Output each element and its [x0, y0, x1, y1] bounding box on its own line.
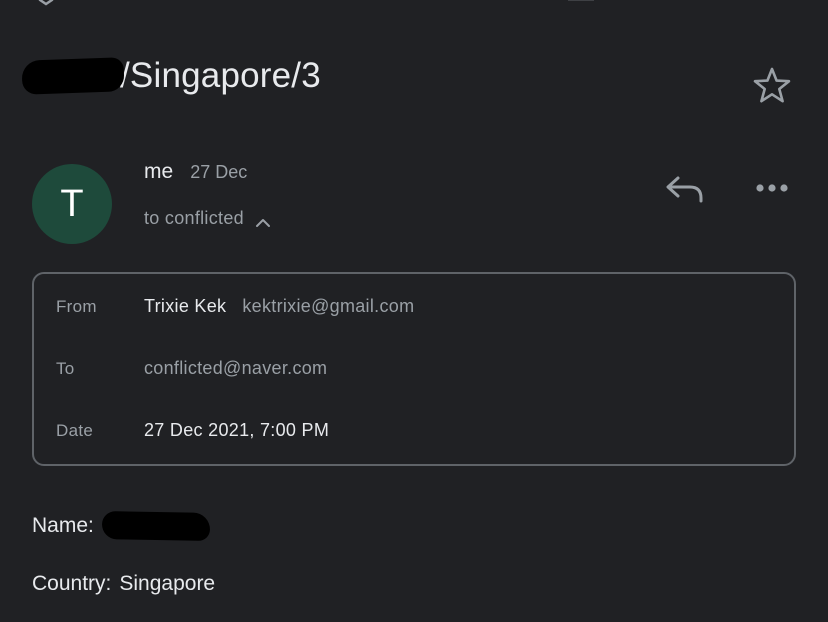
to-label: To	[56, 358, 75, 378]
star-icon[interactable]	[752, 66, 792, 106]
body-name-line: Name:	[32, 511, 211, 541]
sender-name: me	[144, 160, 174, 183]
name-label: Name:	[32, 514, 94, 537]
email-subject: /Singapore/3	[120, 56, 321, 95]
sender-line: me 27 Dec	[144, 160, 247, 184]
date-value: 27 Dec 2021, 7:00 PM	[144, 420, 330, 440]
recipient-toggle[interactable]: to conflicted	[144, 208, 271, 229]
top-toolbar-icon[interactable]	[568, 0, 594, 2]
recipient-summary: to conflicted	[144, 208, 244, 228]
avatar[interactable]: T	[32, 164, 112, 244]
from-email[interactable]: kektrixie@gmail.com	[242, 296, 414, 317]
date-label: Date	[56, 420, 94, 440]
from-name: Trixie Kek	[144, 296, 227, 316]
from-label: From	[56, 296, 97, 316]
back-arrow-icon[interactable]	[36, 0, 56, 6]
redaction-mark	[101, 511, 211, 541]
email-view: /Singapore/3 T me 27 Dec to conflicted F…	[0, 0, 828, 622]
email-date: 27 Dec	[190, 162, 248, 182]
country-label: Country:	[32, 572, 112, 595]
more-icon[interactable]	[752, 174, 792, 202]
subject-row: /Singapore/3	[21, 50, 321, 102]
to-email[interactable]: conflicted@naver.com	[144, 358, 327, 379]
body-country-line: Country: Singapore	[32, 572, 215, 596]
details-row-to: To conflicted@naver.com	[56, 358, 327, 379]
email-details-panel: From Trixie Kek kektrixie@gmail.com To c…	[32, 272, 796, 466]
chevron-up-icon[interactable]	[255, 216, 271, 228]
details-row-date: Date 27 Dec 2021, 7:00 PM	[56, 420, 329, 441]
details-row-from: From Trixie Kek kektrixie@gmail.com	[56, 296, 414, 317]
redaction-mark	[21, 57, 125, 95]
reply-icon[interactable]	[664, 172, 704, 206]
country-value: Singapore	[119, 572, 216, 595]
